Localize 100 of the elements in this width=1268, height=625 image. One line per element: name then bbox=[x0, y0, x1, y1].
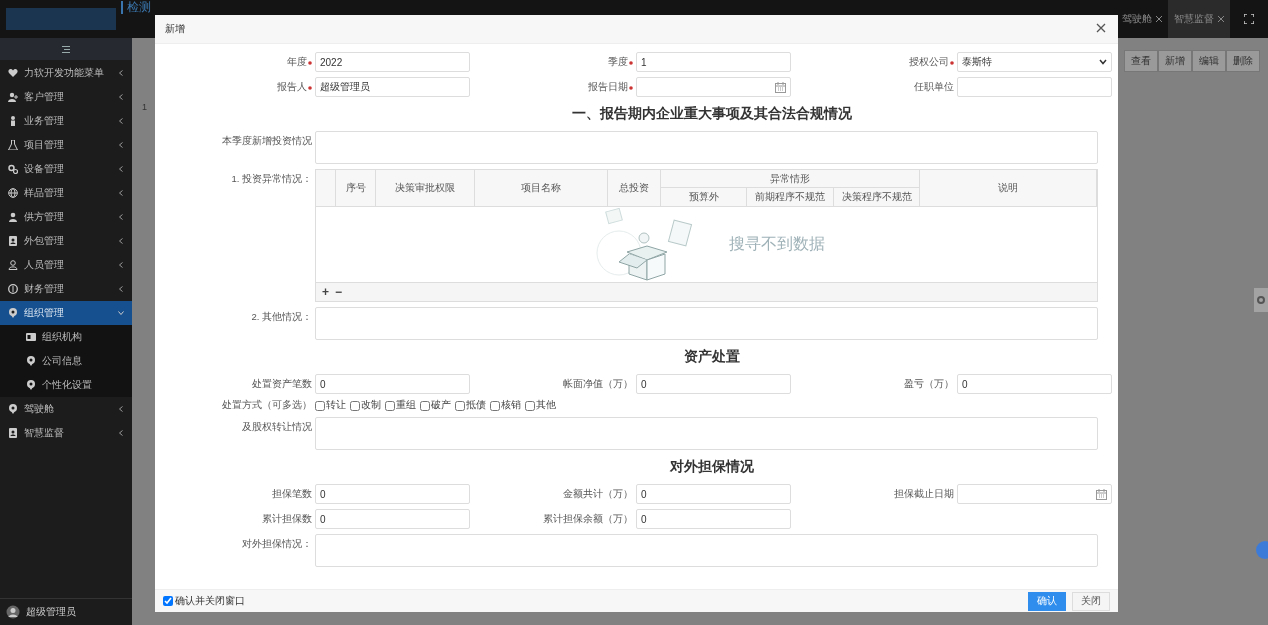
user-outline-icon bbox=[8, 260, 18, 270]
input-field[interactable]: 超级管理员 bbox=[315, 77, 470, 97]
input-field[interactable]: 0 bbox=[957, 374, 1112, 394]
column-header: 序号 bbox=[336, 170, 376, 207]
sidebar-item[interactable]: 设备管理 bbox=[0, 157, 132, 181]
checkbox-label: 核销 bbox=[501, 399, 521, 412]
settings-icon[interactable] bbox=[1257, 296, 1265, 304]
page-tab[interactable]: 驾驶舱 bbox=[1116, 0, 1168, 38]
sidebar-item[interactable]: 驾驶舱 bbox=[0, 397, 132, 421]
field-label: 年度 bbox=[287, 55, 307, 67]
input-field[interactable] bbox=[957, 77, 1112, 97]
asterisk-icon bbox=[629, 60, 633, 65]
column-header: 项目名称 bbox=[475, 170, 608, 207]
system-title: 检测 bbox=[121, 1, 151, 14]
toolbar-button[interactable]: 删除 bbox=[1226, 50, 1260, 72]
checkbox[interactable] bbox=[163, 596, 173, 606]
row-number: 1 bbox=[142, 102, 147, 112]
calendar-icon bbox=[775, 81, 786, 93]
checkbox[interactable] bbox=[350, 400, 360, 411]
field-label: 担保截止日期 bbox=[894, 487, 954, 499]
settings-tab[interactable] bbox=[1254, 288, 1268, 312]
sidebar-item[interactable]: 外包管理 bbox=[0, 229, 132, 253]
checkbox[interactable] bbox=[385, 400, 395, 411]
sidebar-item[interactable]: 样品管理 bbox=[0, 181, 132, 205]
sidebar-item[interactable]: 力软开发功能菜单 bbox=[0, 61, 132, 85]
checkbox[interactable] bbox=[420, 400, 430, 411]
checkbox-label: 重组 bbox=[396, 399, 416, 412]
input-field[interactable]: 0 bbox=[315, 374, 470, 394]
fullscreen-icon[interactable] bbox=[1244, 14, 1254, 24]
field-label: 对外担保情况： bbox=[242, 538, 312, 549]
field-label: 担保笔数 bbox=[272, 487, 312, 499]
input-field[interactable]: 1 bbox=[636, 52, 791, 72]
sidebar-subitem[interactable]: 组织机构 bbox=[0, 325, 132, 349]
contact-card-icon bbox=[8, 428, 18, 438]
calendar-icon bbox=[1096, 488, 1107, 500]
asterisk-icon bbox=[308, 60, 312, 65]
input-field[interactable]: 0 bbox=[636, 484, 791, 504]
input-field[interactable]: 0 bbox=[636, 509, 791, 529]
sidebar-item[interactable]: 项目管理 bbox=[0, 133, 132, 157]
flask-icon bbox=[8, 140, 18, 150]
sidebar-subitem[interactable]: 个性化设置 bbox=[0, 373, 132, 397]
chevron-left-icon bbox=[118, 166, 124, 172]
sidebar-item[interactable]: 智慧监督 bbox=[0, 421, 132, 445]
sidebar-item[interactable]: 人员管理 bbox=[0, 253, 132, 277]
checkbox-label: 抵债 bbox=[466, 399, 486, 412]
checkbox[interactable] bbox=[525, 400, 535, 411]
sidebar-item[interactable]: 业务管理 bbox=[0, 109, 132, 133]
sidebar-item[interactable]: 财务管理 bbox=[0, 277, 132, 301]
sidebar-item[interactable]: 客户管理 bbox=[0, 85, 132, 109]
chevron-left-icon bbox=[118, 286, 124, 292]
toolbar-button[interactable]: 新增 bbox=[1158, 50, 1192, 72]
sidebar-subitem[interactable]: 公司信息 bbox=[0, 349, 132, 373]
chevron-down-icon bbox=[118, 310, 124, 316]
close-icon[interactable] bbox=[1218, 16, 1224, 22]
sidebar-item[interactable]: 供方管理 bbox=[0, 205, 132, 229]
column-header: 说明 bbox=[920, 170, 1097, 207]
column-header: 总投资 bbox=[608, 170, 661, 207]
sidebar-item[interactable]: 组织管理 bbox=[0, 301, 132, 325]
checkbox[interactable] bbox=[455, 400, 465, 411]
empty-message: 搜寻不到数据 bbox=[728, 234, 825, 254]
field-label: 本季度新增投资情况 bbox=[222, 135, 312, 146]
dialog-title: 新增 bbox=[165, 22, 186, 36]
column-header: 预算外 bbox=[661, 188, 747, 207]
add-row-button[interactable]: + bbox=[322, 285, 329, 299]
chevron-left-icon bbox=[118, 262, 124, 268]
toolbar-button[interactable]: 编辑 bbox=[1192, 50, 1226, 72]
pin-icon bbox=[26, 356, 36, 366]
checkbox-label: 转让 bbox=[326, 399, 346, 412]
checkbox[interactable] bbox=[315, 400, 325, 411]
date-field[interactable] bbox=[636, 77, 791, 97]
person-icon bbox=[8, 116, 18, 126]
column-header: 决策审批权限 bbox=[376, 170, 475, 207]
user-icon bbox=[8, 212, 18, 222]
input-field[interactable]: 0 bbox=[315, 484, 470, 504]
date-field[interactable] bbox=[957, 484, 1112, 504]
chevron-left-icon bbox=[118, 238, 124, 244]
checkbox-label: 其他 bbox=[536, 399, 556, 412]
field-label: 季度 bbox=[608, 55, 628, 67]
field-label: 处置资产笔数 bbox=[252, 377, 312, 389]
chevron-left-icon bbox=[118, 430, 124, 436]
input-field[interactable]: 0 bbox=[315, 509, 470, 529]
contact-card-icon bbox=[8, 236, 18, 246]
company-select[interactable]: 泰斯特 bbox=[957, 52, 1112, 72]
heart-icon bbox=[8, 68, 18, 78]
field-label: 报告日期 bbox=[588, 80, 628, 92]
remove-row-button[interactable]: − bbox=[335, 285, 343, 299]
column-header: 异常情形 bbox=[661, 170, 920, 188]
chevron-left-icon bbox=[118, 70, 124, 76]
close-icon[interactable] bbox=[1156, 16, 1162, 22]
input-field[interactable]: 2022 bbox=[315, 52, 470, 72]
close-button[interactable]: 关闭 bbox=[1072, 591, 1110, 611]
input-field[interactable]: 0 bbox=[636, 374, 791, 394]
toolbar-button[interactable]: 查看 bbox=[1124, 50, 1158, 72]
user-add-icon bbox=[8, 92, 18, 102]
asterisk-icon bbox=[629, 85, 633, 90]
field-label: 及股权转让情况 bbox=[242, 421, 312, 432]
chevron-left-icon bbox=[118, 406, 124, 412]
sidebar-toggle[interactable] bbox=[0, 38, 132, 60]
checkbox[interactable] bbox=[490, 400, 500, 411]
page-tab[interactable]: 智慧监督 bbox=[1168, 0, 1230, 38]
